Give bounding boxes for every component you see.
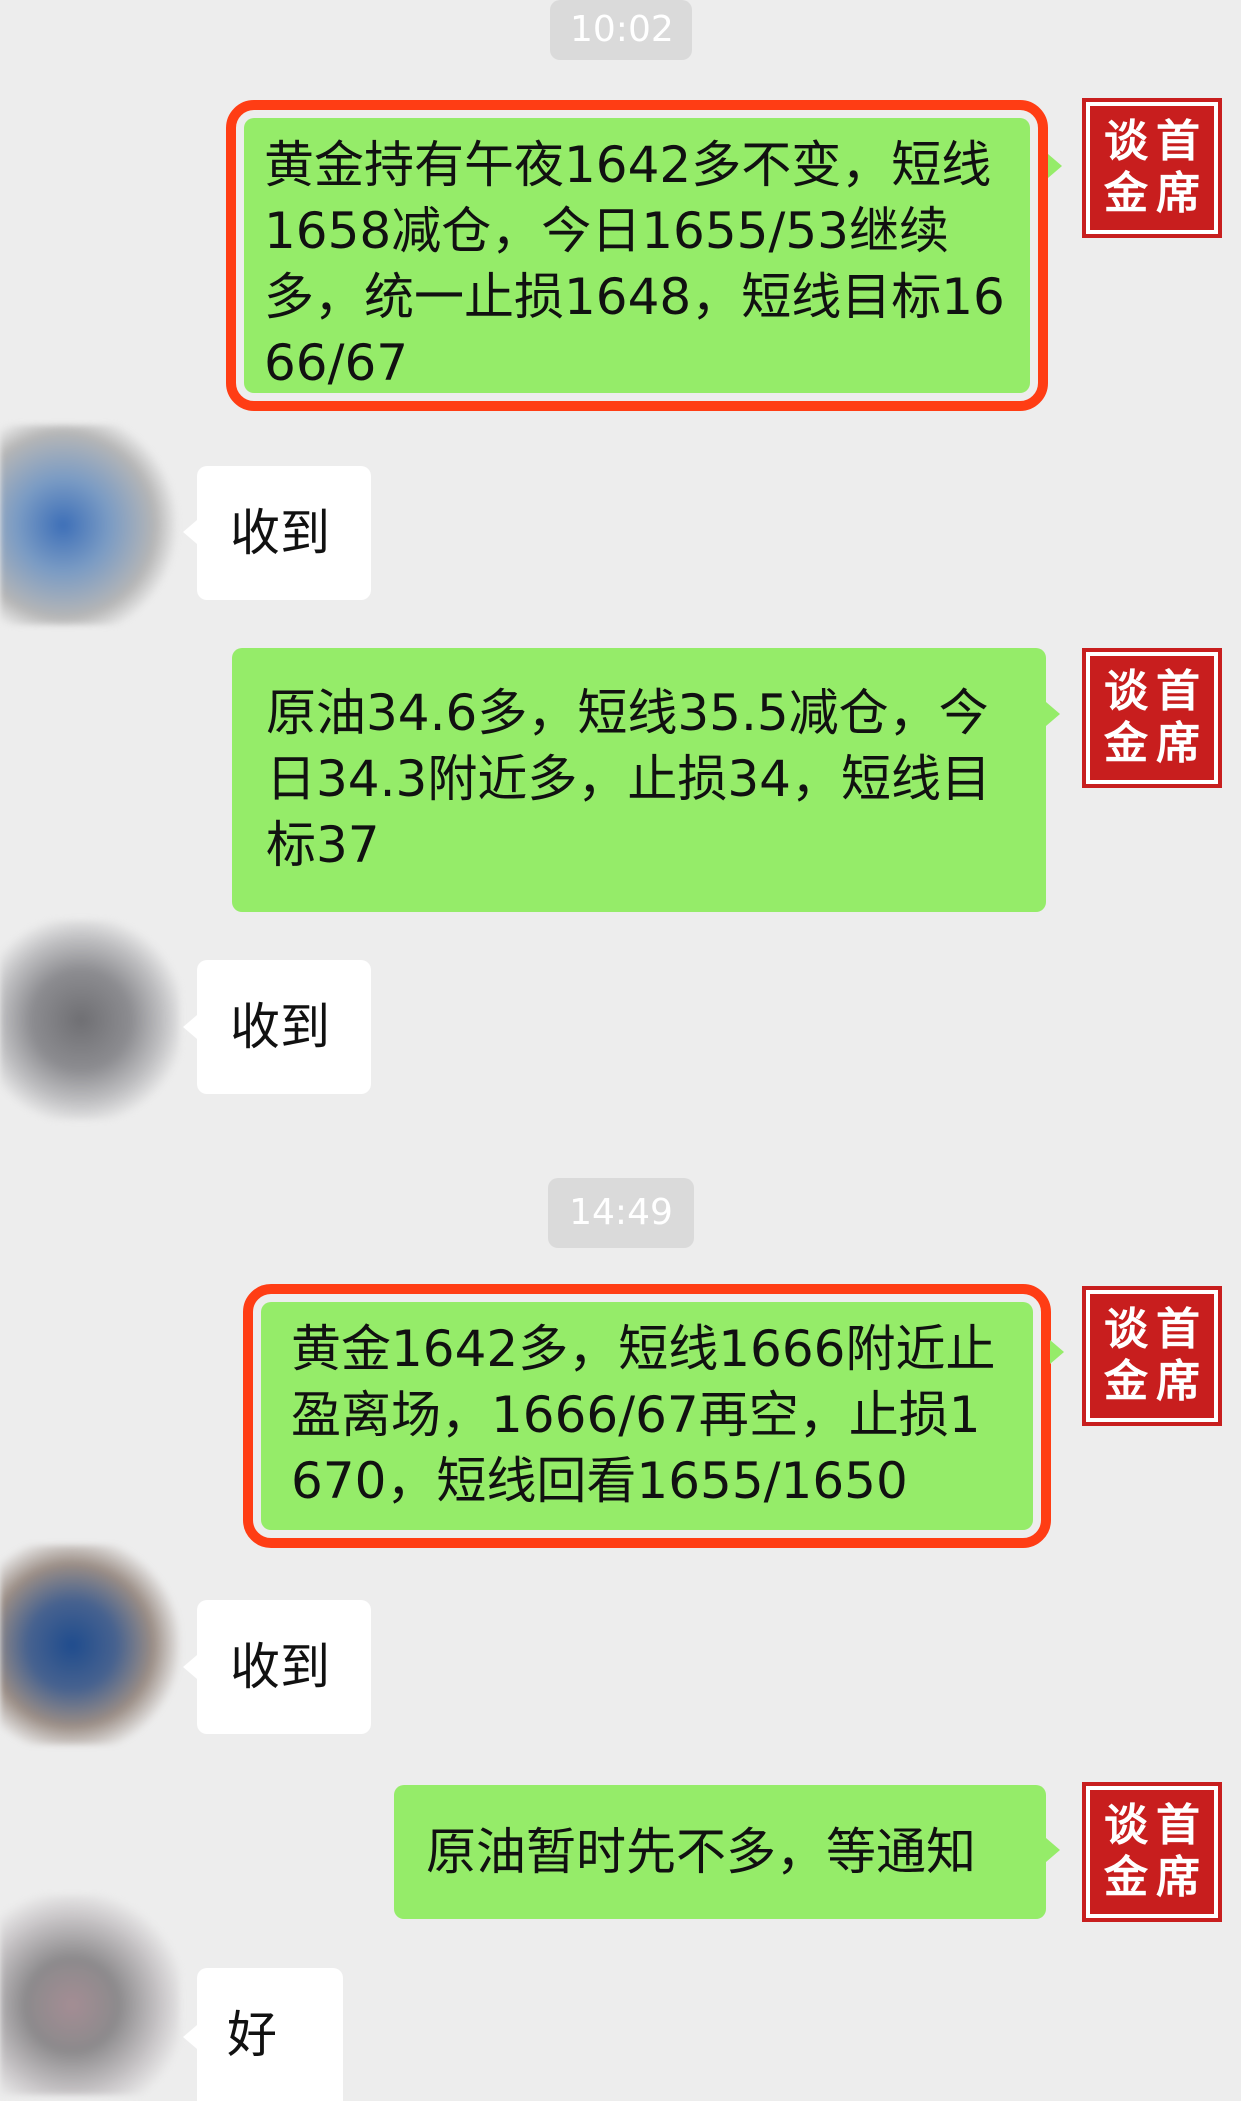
seal-char: 席 <box>1156 168 1200 219</box>
bubble-tail <box>1050 1340 1064 1364</box>
message-bubble-received[interactable]: 收到 <box>197 1600 371 1734</box>
seal-char: 首 <box>1156 1304 1200 1355</box>
message-bubble-sent[interactable]: 黄金1642多，短线1666附近止盈离场，1666/67再空，止损1670，短线… <box>243 1284 1051 1548</box>
seal-char: 席 <box>1156 1356 1200 1407</box>
seal-char: 谈 <box>1104 116 1148 167</box>
seal-char: 首 <box>1156 1800 1200 1851</box>
seal-char: 金 <box>1104 718 1148 769</box>
seal-char: 首 <box>1156 666 1200 717</box>
seal-char: 首 <box>1156 116 1200 167</box>
seal-char: 金 <box>1104 1356 1148 1407</box>
contact-avatar[interactable] <box>0 425 180 625</box>
bubble-tail <box>1046 702 1060 726</box>
seal-char: 金 <box>1104 1852 1148 1903</box>
seal-char: 席 <box>1156 718 1200 769</box>
red-seal-avatar[interactable]: 谈 首 金 席 <box>1082 648 1222 788</box>
contact-avatar[interactable] <box>0 920 180 1120</box>
bubble-tail <box>183 1015 197 1039</box>
bubble-tail <box>183 1655 197 1679</box>
bubble-tail <box>1046 1838 1060 1862</box>
seal-char: 谈 <box>1104 1304 1148 1355</box>
contact-avatar[interactable] <box>0 1895 180 2095</box>
message-bubble-received[interactable]: 收到 <box>197 466 371 600</box>
red-seal-avatar[interactable]: 谈 首 金 席 <box>1082 1782 1222 1922</box>
red-seal-avatar[interactable]: 谈 首 金 席 <box>1082 1286 1222 1426</box>
seal-char: 金 <box>1104 168 1148 219</box>
message-bubble-sent[interactable]: 原油34.6多，短线35.5减仓，今日34.3附近多，止损34，短线目标37 <box>232 648 1046 912</box>
message-bubble-received[interactable]: 收到 <box>197 960 371 1094</box>
seal-char: 谈 <box>1104 666 1148 717</box>
bubble-tail <box>183 2025 197 2049</box>
bubble-tail <box>183 520 197 544</box>
seal-char: 席 <box>1156 1852 1200 1903</box>
message-bubble-sent[interactable]: 原油暂时先不多，等通知 <box>394 1785 1046 1919</box>
red-seal-avatar[interactable]: 谈 首 金 席 <box>1082 98 1222 238</box>
message-bubble-received[interactable]: 好 <box>197 1968 343 2101</box>
timestamp: 14:49 <box>548 1178 694 1248</box>
seal-char: 谈 <box>1104 1800 1148 1851</box>
message-bubble-sent[interactable]: 黄金持有午夜1642多不变，短线1658减仓，今日1655/53继续多，统一止损… <box>226 100 1048 411</box>
timestamp: 10:02 <box>550 0 692 60</box>
contact-avatar[interactable] <box>0 1545 180 1745</box>
bubble-tail <box>1048 154 1062 178</box>
